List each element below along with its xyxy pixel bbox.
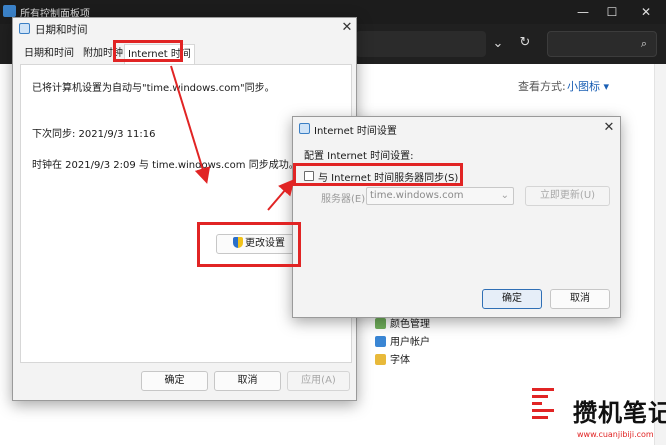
- arrow-to-change-settings: [170, 65, 211, 184]
- watermark-url: www.cuanjibiji.com: [577, 430, 654, 439]
- annotation-arrows: [170, 65, 295, 211]
- watermark-logo: [528, 382, 572, 426]
- arrow-to-sync-checkbox: [267, 178, 295, 211]
- watermark-text: 攒机笔记: [573, 398, 666, 427]
